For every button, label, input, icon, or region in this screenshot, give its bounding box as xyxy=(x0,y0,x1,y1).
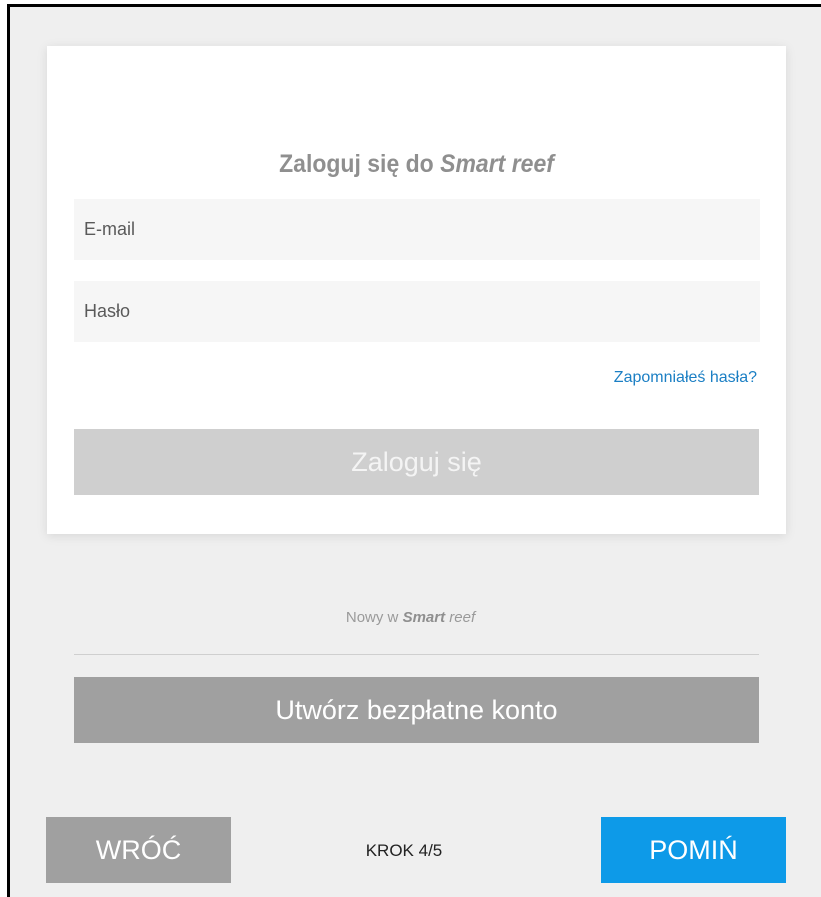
login-title-brand: Smart reef xyxy=(440,150,554,178)
signup-prompt: Nowy w Smart reef xyxy=(0,609,821,626)
step-indicator: KROK 4/5 xyxy=(365,841,443,860)
create-account-button[interactable]: Utwórz bezpłatne konto xyxy=(74,677,759,743)
signup-prompt-brand-bold: Smart xyxy=(402,609,446,626)
password-field[interactable] xyxy=(74,281,760,342)
signup-prompt-brand-rest: reef xyxy=(445,609,476,626)
email-field[interactable] xyxy=(74,199,760,260)
login-title-prefix: Zaloguj się do xyxy=(279,150,441,178)
back-button[interactable]: WRÓĆ xyxy=(46,817,231,883)
skip-button[interactable]: POMIŃ xyxy=(601,817,786,883)
forgot-password-link[interactable]: Zapomniałeś hasła? xyxy=(614,369,757,387)
login-title: Zaloguj się do Smart reef xyxy=(77,150,757,179)
login-button[interactable]: Zaloguj się xyxy=(74,429,759,495)
signup-prompt-prefix: Nowy w xyxy=(345,609,403,626)
divider xyxy=(74,654,759,655)
